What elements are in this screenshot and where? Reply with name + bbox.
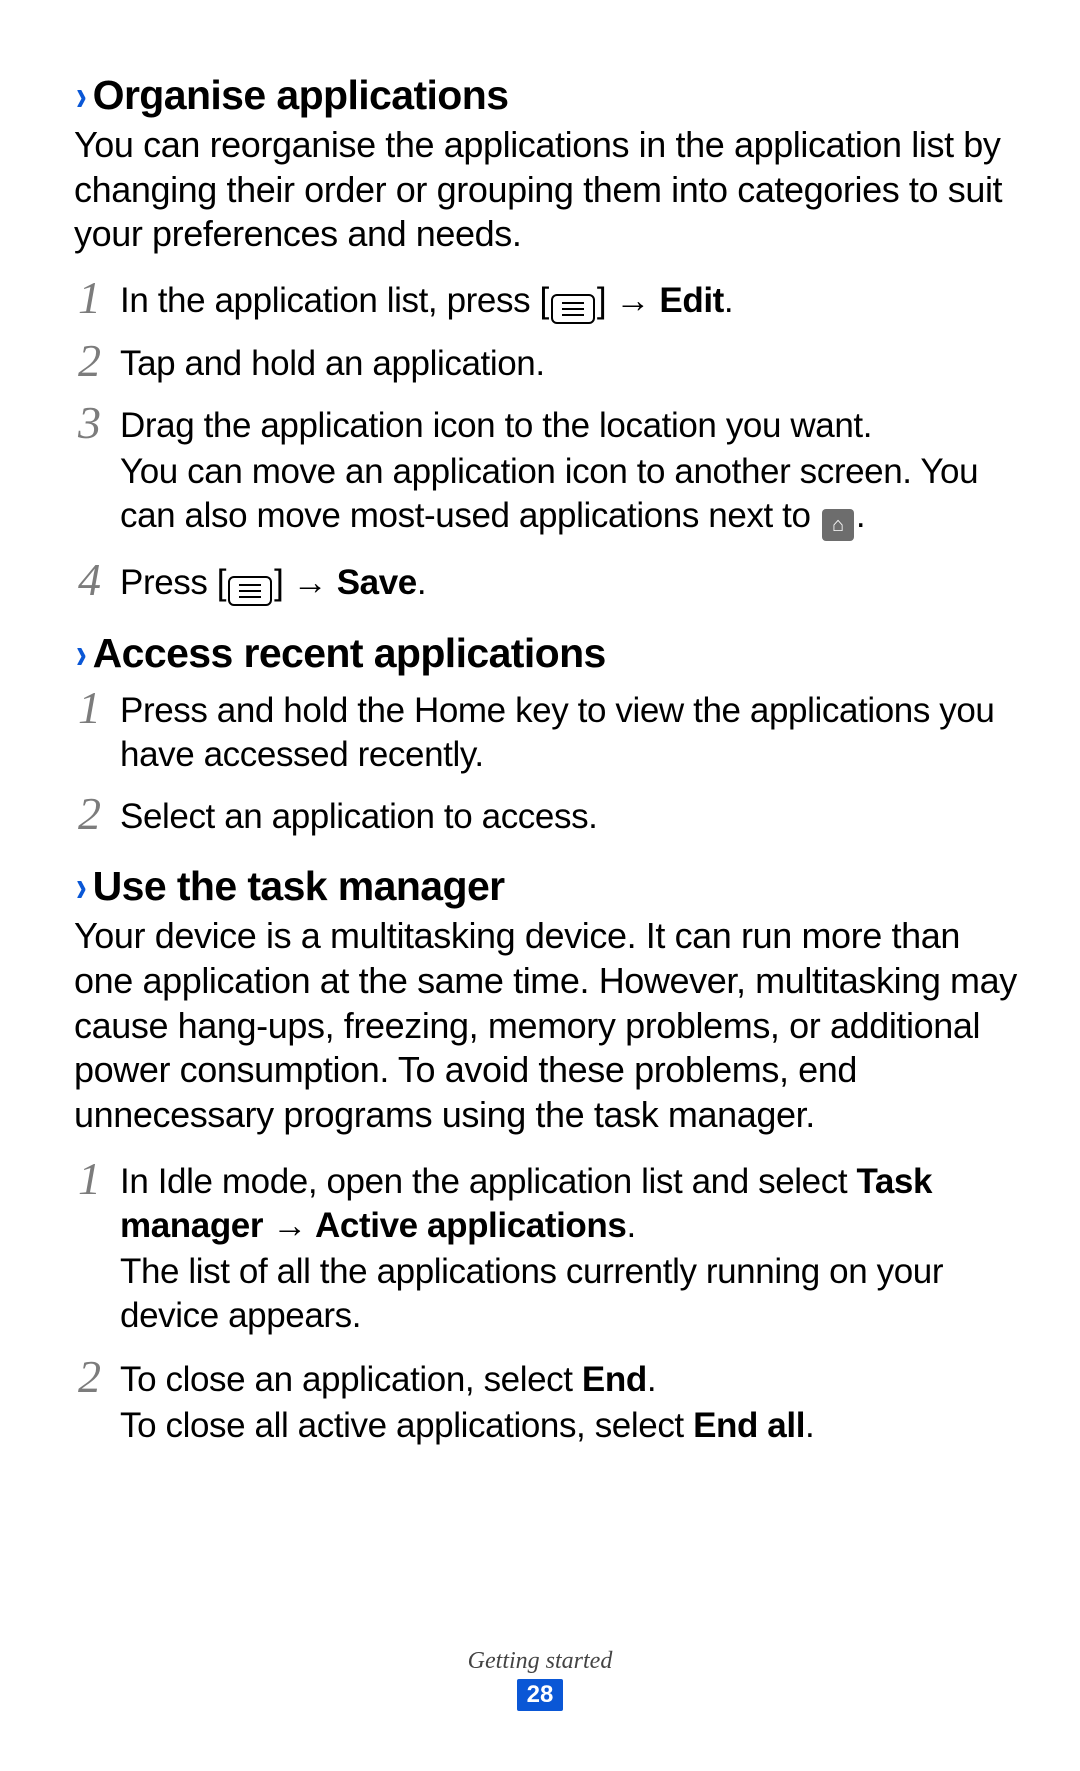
text: . — [805, 1406, 814, 1445]
chevron-icon: › — [76, 865, 87, 909]
text: To close all active applications, select… — [120, 1404, 1020, 1448]
heading-row: › Access recent applications — [74, 630, 1020, 677]
text: . — [417, 563, 426, 602]
text: . — [647, 1360, 656, 1399]
heading-row: › Use the task manager — [74, 863, 1020, 910]
step-item: 1 In the application list, press [ ] → Ed… — [74, 275, 1020, 324]
text: To close an application, select End. — [120, 1358, 1020, 1402]
step-body: Drag the application icon to the locatio… — [120, 400, 1020, 543]
text: In Idle mode, open the application list … — [120, 1160, 1020, 1248]
step-body: Tap and hold an application. — [120, 338, 1020, 386]
bold-text: End — [582, 1360, 647, 1399]
text: . — [626, 1206, 635, 1245]
step-list: 1 In Idle mode, open the application lis… — [74, 1156, 1020, 1451]
step-item: 1 Press and hold the Home key to view th… — [74, 685, 1020, 777]
step-body: In the application list, press [ ] → Edit… — [120, 275, 1020, 324]
section-recent: › Access recent applications 1 Press and… — [74, 630, 1020, 839]
step-body: Press and hold the Home key to view the … — [120, 685, 1020, 777]
text: To close an application, select — [120, 1360, 582, 1399]
heading-text: Use the task manager — [93, 863, 505, 910]
step-body: In Idle mode, open the application list … — [120, 1156, 1020, 1340]
step-item: 3 Drag the application icon to the locat… — [74, 400, 1020, 543]
text: Press [ — [120, 563, 226, 602]
text: . — [724, 281, 733, 320]
step-number: 3 — [74, 400, 104, 446]
text: ] → — [274, 563, 337, 602]
heading-text: Access recent applications — [93, 630, 606, 677]
intro-paragraph: Your device is a multitasking device. It… — [74, 914, 1020, 1137]
text: In Idle mode, open the application list … — [120, 1162, 856, 1201]
step-item: 4 Press [ ] → Save. — [74, 557, 1020, 606]
manual-page: › Organise applications You can reorgani… — [0, 0, 1080, 1771]
page-number: 28 — [517, 1679, 564, 1711]
step-number: 1 — [74, 275, 104, 321]
step-body: Press [ ] → Save. — [120, 557, 1020, 606]
text: The list of all the applications current… — [120, 1250, 1020, 1338]
bold-text: Save — [337, 563, 417, 602]
step-item: 1 In Idle mode, open the application lis… — [74, 1156, 1020, 1340]
intro-paragraph: You can reorganise the applications in t… — [74, 123, 1020, 257]
bold-text: End all — [693, 1406, 805, 1445]
text: Drag the application icon to the locatio… — [120, 404, 1020, 448]
step-body: To close an application, select End. To … — [120, 1354, 1020, 1450]
section-organise: › Organise applications You can reorgani… — [74, 72, 1020, 606]
text: To close all active applications, select — [120, 1406, 693, 1445]
footer-section-label: Getting started — [0, 1648, 1080, 1675]
text: ] → — [597, 281, 660, 320]
step-body: Select an application to access. — [120, 791, 1020, 839]
step-number: 1 — [74, 685, 104, 731]
section-taskmgr: › Use the task manager Your device is a … — [74, 863, 1020, 1450]
step-item: 2 Select an application to access. — [74, 791, 1020, 839]
step-number: 2 — [74, 791, 104, 837]
text: . — [856, 496, 865, 535]
step-item: 2 To close an application, select End. T… — [74, 1354, 1020, 1450]
heading-text: Organise applications — [93, 72, 509, 119]
step-number: 1 — [74, 1156, 104, 1202]
step-number: 2 — [74, 1354, 104, 1400]
step-number: 4 — [74, 557, 104, 603]
chevron-icon: › — [76, 632, 87, 676]
page-footer: Getting started 28 — [0, 1648, 1080, 1711]
heading-row: › Organise applications — [74, 72, 1020, 119]
menu-icon — [228, 576, 272, 606]
step-number: 2 — [74, 338, 104, 384]
menu-icon — [551, 294, 595, 324]
step-list: 1 In the application list, press [ ] → Ed… — [74, 275, 1020, 606]
text: In the application list, press [ — [120, 281, 549, 320]
text: You can move an application icon to anot… — [120, 450, 1020, 541]
bold-text: Edit — [659, 281, 724, 320]
home-icon: ⌂ — [822, 509, 854, 541]
chevron-icon: › — [76, 74, 87, 118]
step-list: 1 Press and hold the Home key to view th… — [74, 685, 1020, 839]
step-item: 2 Tap and hold an application. — [74, 338, 1020, 386]
